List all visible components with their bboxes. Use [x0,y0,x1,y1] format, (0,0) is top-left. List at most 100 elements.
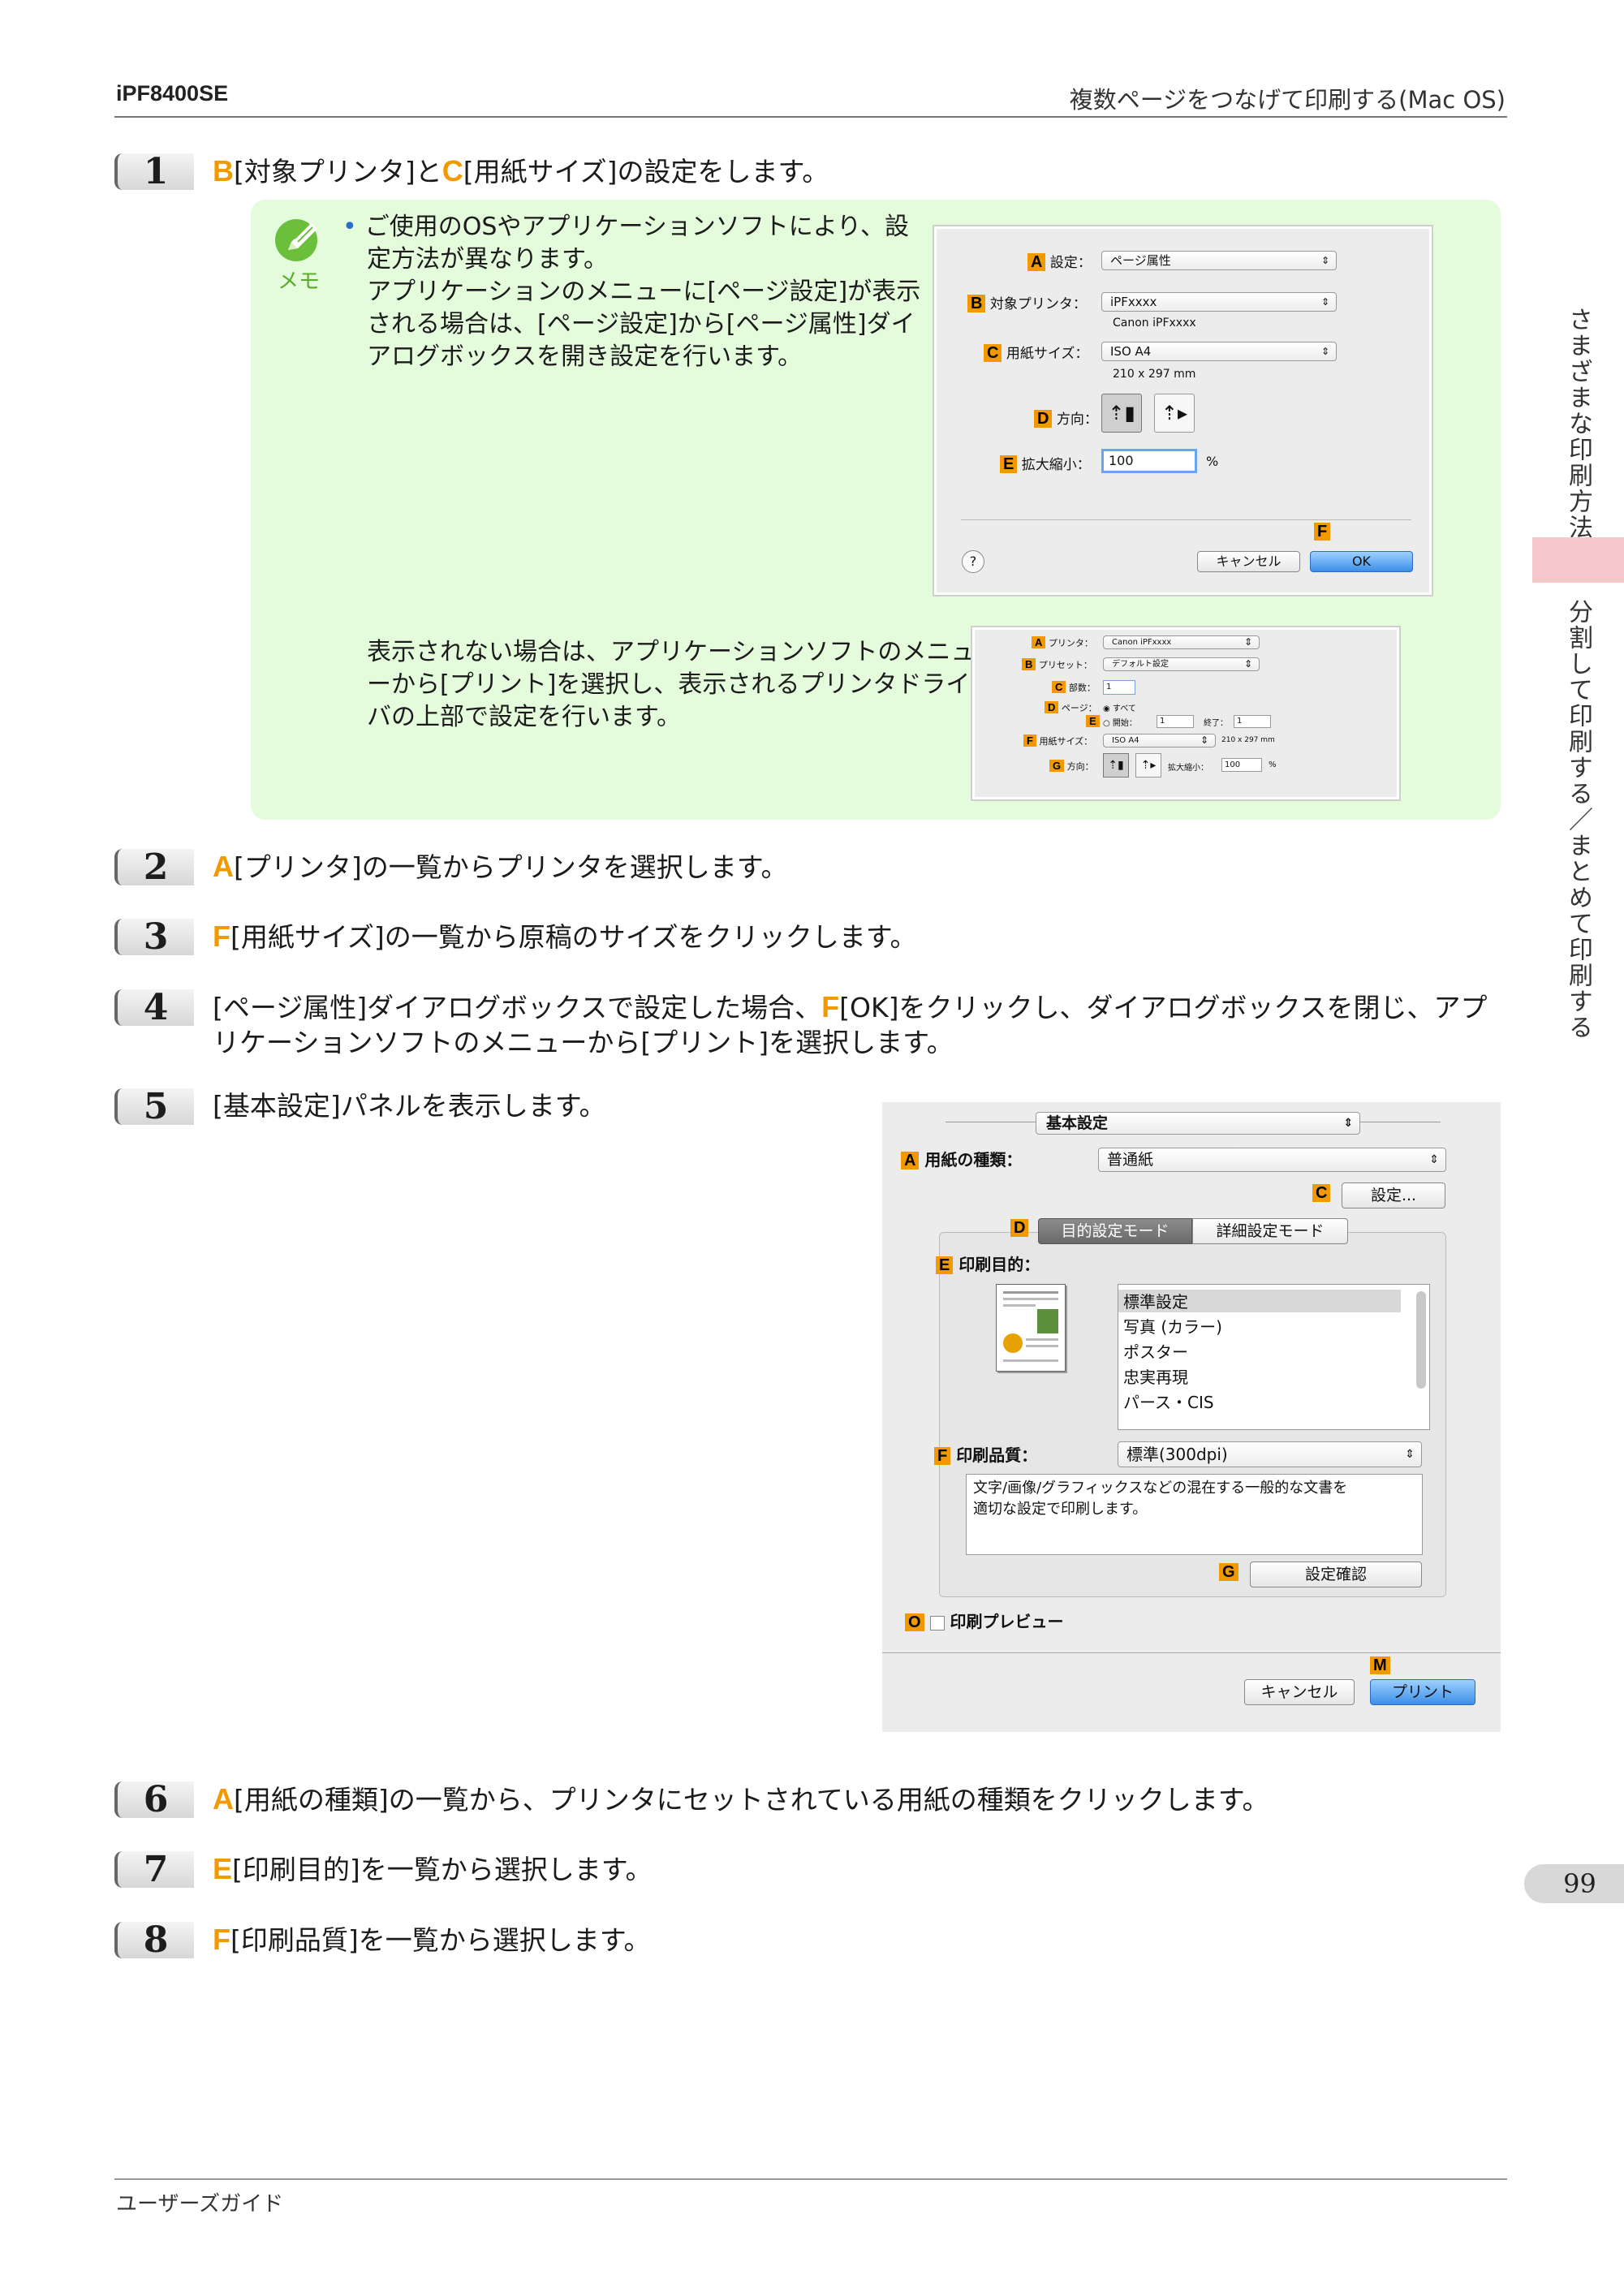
header-divider [114,116,1507,118]
paper-row: F 用紙サイズ： [1023,734,1092,747]
purpose-item[interactable]: 写真 (カラー) [1123,1315,1222,1340]
printer-popup[interactable]: iPFxxxx ⇕ [1101,292,1337,312]
updown-arrow-icon: ⇕ [1320,296,1329,308]
copies-label: 部数： [1068,683,1096,693]
step-text-part: [対象プリンタ]と [234,156,442,187]
description-line: 文字/画像/グラフィックスなどの混在する一般的な文書を [973,1480,1348,1497]
portrait-icon[interactable]: ⇡▮ [1103,753,1129,778]
media-value: 普通紙 [1107,1151,1154,1169]
list-scrollbar[interactable] [1416,1291,1426,1389]
updown-arrow-icon: ⇕ [1320,255,1329,266]
pages-all-radio[interactable]: ◉ すべて [1103,701,1136,713]
range-letter: E [1086,715,1100,727]
panel-popup[interactable]: 基本設定 ⇕ [1036,1112,1360,1135]
step-text-part: [ページ属性]ダイアログボックスで設定した場合、 [213,992,822,1023]
step-text-part: [プリンタ]の一覧からプリンタを選択します。 [234,851,788,883]
header-section-title: 複数ページをつなげて印刷する(Mac OS) [1069,86,1506,114]
printer-popup[interactable]: Canon iPFxxxx ⇕ [1103,635,1260,649]
pages-to-label: 終了： [1204,719,1228,728]
step-text: [ページ属性]ダイアログボックスで設定した場合、F[OK]をクリックし、ダイアロ… [213,989,1527,1060]
letter-a: A [213,850,234,883]
copies-input[interactable]: 1 [1103,680,1135,695]
cancel-button[interactable]: キャンセル [1244,1679,1355,1705]
scale-unit: % [1206,454,1219,469]
step-number: 5 [114,1088,194,1125]
memo-label: メモ [278,269,321,294]
letter-b: B [1022,658,1036,670]
tab-purpose-mode[interactable]: 目的設定モード [1038,1218,1192,1244]
memo-line: ご使用のOSやアプリケーションソフトにより、設 [364,213,909,241]
cancel-button[interactable]: キャンセル [1197,551,1300,572]
preview-checkbox[interactable] [929,1615,945,1630]
purpose-row: E 印刷目的： [936,1251,1040,1275]
confirm-settings-button[interactable]: 設定確認 [1250,1562,1422,1587]
scale-input[interactable]: 100 [1221,758,1262,772]
memo-line: 定方法が異なります。 [367,245,608,274]
tab-advanced-mode[interactable]: 詳細設定モード [1192,1218,1348,1244]
footer-divider [114,2178,1507,2180]
pages-range-radio[interactable]: ○ 開始： [1103,716,1137,728]
print-button[interactable]: プリント [1370,1679,1475,1705]
printer-row-label: B 対象プリンタ： [967,292,1087,312]
purpose-item[interactable]: 標準設定 [1123,1290,1222,1315]
letter-f: F [1314,523,1331,541]
paper-row-label: C 用紙サイズ： [984,342,1088,362]
scale-input[interactable]: 100 [1101,449,1197,473]
letter-b: B [213,154,234,187]
letter-o: O [905,1613,924,1631]
pages-row: D ページ： [1045,701,1097,714]
memo-pencil-icon [275,219,317,261]
quality-description: 文字/画像/グラフィックスなどの混在する一般的な文書を 適切な設定で印刷します。 [966,1474,1423,1555]
to-input[interactable]: 1 [1234,715,1271,728]
radio-icon: ○ [1103,719,1110,728]
step-number: 7 [114,1851,194,1888]
media-type-popup[interactable]: 普通紙 ⇕ [1098,1148,1446,1172]
paper-sub: 210 x 297 mm [1221,736,1275,744]
bullet-icon: • [342,213,357,241]
paper-sub: 210 x 297 mm [1113,368,1196,381]
sidebar-tab-printing-methods[interactable]: さまざまな印刷方法 [1560,307,1596,541]
paper-size-popup[interactable]: ISO A4 ⇕ [1101,342,1337,361]
help-icon[interactable]: ? [962,550,984,573]
purpose-item[interactable]: ポスター [1123,1340,1222,1365]
letter-a: A [213,1782,234,1816]
step-text: A[用紙の種類]の一覧から、プリンタにセットされている用紙の種類をクリックします… [213,1781,1527,1817]
purpose-item[interactable]: 忠実再現 [1123,1365,1222,1390]
step-number: 1 [114,153,194,190]
header-model: iPF8400SE [116,81,229,106]
purpose-list[interactable]: 標準設定 写真 (カラー) ポスター 忠実再現 パース・CIS [1118,1284,1430,1430]
landscape-icon[interactable]: ⇡▸ [1154,394,1195,433]
print-quality-popup[interactable]: 標準(300dpi) ⇕ [1118,1441,1422,1467]
copies-row: C 部数： [1052,681,1096,694]
printer-sub: Canon iPFxxxx [1113,317,1196,330]
sidebar-tab-split-merge[interactable]: 分割して印刷する／まとめて印刷する [1560,599,1596,1040]
preset-popup[interactable]: デフォルト設定 ⇕ [1103,657,1260,671]
mode-letter: D [1010,1219,1029,1237]
preview-row: O 印刷プレビュー [905,1609,1064,1632]
step-text-part: [印刷目的]を一覧から選択します。 [232,1854,653,1885]
dialog-divider [961,519,1411,520]
updown-arrow-icon: ⇕ [1200,734,1208,746]
letter-m: M [1370,1656,1390,1674]
step-text: F[用紙サイズ]の一覧から原稿のサイズをクリックします。 [213,919,1527,954]
description-line: 適切な設定で印刷します。 [973,1501,1148,1518]
letter-d: D [1010,1219,1029,1237]
scale-unit: % [1269,760,1277,769]
memo-note-1: • ご使用のOSやアプリケーションソフトにより、設 定方法が異なります。 アプリケ… [342,211,920,373]
settings-label: 設定： [1049,255,1092,271]
basic-settings-dialog: 基本設定 ⇕ A 用紙の種類： 普通紙 ⇕ C 設定... D 目的設定モード 詳細… [882,1102,1501,1732]
ok-button[interactable]: OK [1310,551,1413,572]
confirm-letter: G [1219,1563,1238,1581]
document-preview-icon [996,1284,1066,1372]
settings-row-label: A 設定： [1027,251,1092,271]
paper-popup[interactable]: ISO A4 ⇕ [1103,734,1216,747]
settings-popup[interactable]: ページ属性 ⇕ [1101,251,1337,270]
purpose-item[interactable]: パース・CIS [1123,1390,1222,1415]
from-input[interactable]: 1 [1157,715,1194,728]
settings-button[interactable]: 設定... [1342,1182,1445,1208]
portrait-icon[interactable]: ⇡▮ [1101,394,1142,433]
landscape-icon[interactable]: ⇡▸ [1135,753,1161,778]
letter-a: A [1027,253,1046,271]
page-number: 99 [1524,1864,1624,1903]
updown-arrow-icon: ⇕ [1429,1153,1439,1166]
